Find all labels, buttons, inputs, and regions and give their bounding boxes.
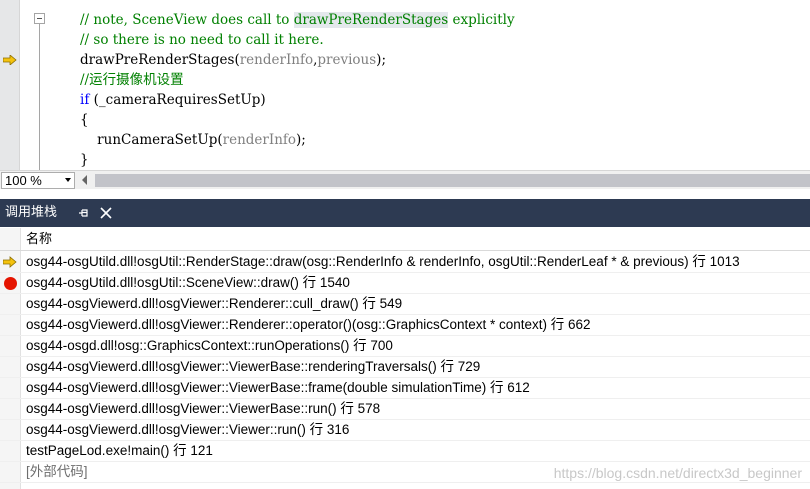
current-frame-arrow-icon — [3, 256, 17, 268]
call-stack-row[interactable]: osg44-osgUtild.dll!osgUtil::SceneView::d… — [0, 273, 810, 294]
code-editor[interactable]: // note, SceneView does call to drawPreR… — [0, 0, 810, 170]
call-stack-row[interactable]: osg44-osgd.dll!osg::GraphicsContext::run… — [0, 336, 810, 357]
code-token: ); — [296, 132, 306, 148]
code-token: drawPreRenderStages — [293, 12, 449, 28]
call-stack-row[interactable]: testPageLod.exe!main() 行 121 — [0, 441, 810, 462]
code-line[interactable]: //运行摄像机设置 — [80, 70, 184, 90]
panel-title[interactable]: 调用堆栈 — [5, 199, 57, 227]
frame-label: [外部代码] — [26, 464, 88, 479]
call-stack-row[interactable]: osg44-osgViewerd.dll!osgViewer::Renderer… — [0, 294, 810, 315]
editor-status-strip: 100 % — [0, 170, 810, 189]
call-stack-row[interactable]: osg44-osgViewerd.dll!osgViewer::Viewer::… — [0, 420, 810, 441]
code-token: } — [80, 152, 89, 168]
code-token: if — [80, 92, 90, 108]
frame-label: osg44-osgUtild.dll!osgUtil::SceneView::d… — [26, 275, 350, 290]
call-stack-row[interactable]: osg44-osgUtild.dll!osgUtil::RenderStage:… — [0, 252, 810, 273]
code-line[interactable]: // note, SceneView does call to drawPreR… — [80, 10, 515, 30]
code-token: explicitly — [448, 12, 515, 28]
frame-label: osg44-osgViewerd.dll!osgViewer::Viewer::… — [26, 422, 350, 437]
code-line[interactable]: if (_cameraRequiresSetUp) — [80, 90, 266, 110]
watermark: https://blog.csdn.net/directx3d_beginner — [553, 465, 802, 481]
scroll-left-arrow-icon[interactable] — [82, 175, 87, 185]
code-token: renderInfo — [222, 132, 297, 148]
code-line[interactable]: // so there is no need to call it here. — [80, 30, 324, 50]
code-token: ); — [376, 52, 386, 68]
call-stack-row[interactable]: osg44-osgViewerd.dll!osgViewer::ViewerBa… — [0, 378, 810, 399]
horizontal-scrollbar-thumb[interactable] — [95, 174, 810, 187]
code-token: //运行摄像机设置 — [80, 72, 184, 88]
code-token: { — [80, 112, 89, 128]
call-stack-row[interactable]: osg44-osgViewerd.dll!osgViewer::ViewerBa… — [0, 399, 810, 420]
call-stack-panel-header: 调用堆栈 — [0, 199, 810, 227]
collapse-toggle-icon[interactable] — [34, 13, 45, 24]
column-header-label: 名称 — [26, 232, 53, 247]
pin-icon[interactable] — [78, 207, 90, 219]
call-stack-grid[interactable]: 名称 osg44-osgUtild.dll!osgUtil::RenderSta… — [0, 228, 810, 489]
call-stack-row[interactable]: osg44-osgViewerd.dll!osgViewer::ViewerBa… — [0, 357, 810, 378]
frame-label: testPageLod.exe!main() 行 121 — [26, 443, 213, 458]
code-token: previous — [317, 52, 377, 68]
code-token: // note, SceneView does call to — [80, 12, 294, 28]
frame-label: osg44-osgViewerd.dll!osgViewer::ViewerBa… — [26, 380, 530, 395]
column-header-name[interactable]: 名称 — [0, 228, 810, 251]
code-line[interactable]: } — [80, 150, 89, 170]
outline-fold-line — [39, 17, 40, 170]
frame-label: osg44-osgViewerd.dll!osgViewer::Renderer… — [26, 296, 403, 311]
zoom-level-value: 100 % — [5, 173, 42, 188]
zoom-level-dropdown[interactable]: 100 % — [1, 172, 75, 189]
code-token: // so there is no need to call it here. — [80, 32, 324, 48]
close-icon[interactable] — [100, 207, 112, 219]
code-token: runCameraSetUp( — [80, 132, 223, 148]
current-statement-arrow-icon — [3, 55, 17, 65]
glyph-margin[interactable] — [0, 0, 20, 170]
code-line[interactable]: drawPreRenderStages(renderInfo,previous)… — [80, 50, 386, 70]
frame-label: osg44-osgViewerd.dll!osgViewer::Renderer… — [26, 317, 591, 332]
code-line[interactable]: runCameraSetUp(renderInfo); — [80, 130, 306, 150]
frame-label: osg44-osgUtild.dll!osgUtil::RenderStage:… — [26, 254, 740, 269]
frame-label: osg44-osgViewerd.dll!osgViewer::ViewerBa… — [26, 401, 381, 416]
code-token: (_cameraRequiresSetUp) — [89, 92, 266, 108]
chevron-down-icon[interactable] — [65, 178, 71, 182]
frame-label: osg44-osgd.dll!osg::GraphicsContext::run… — [26, 338, 393, 353]
breakpoint-icon[interactable] — [4, 277, 17, 290]
code-token: drawPreRenderStages( — [80, 52, 240, 68]
frame-label: osg44-osgViewerd.dll!osgViewer::ViewerBa… — [26, 359, 481, 374]
call-stack-row[interactable]: osg44-osgViewerd.dll!osgViewer::Renderer… — [0, 315, 810, 336]
code-token: renderInfo — [239, 52, 314, 68]
code-line[interactable]: { — [80, 110, 89, 130]
